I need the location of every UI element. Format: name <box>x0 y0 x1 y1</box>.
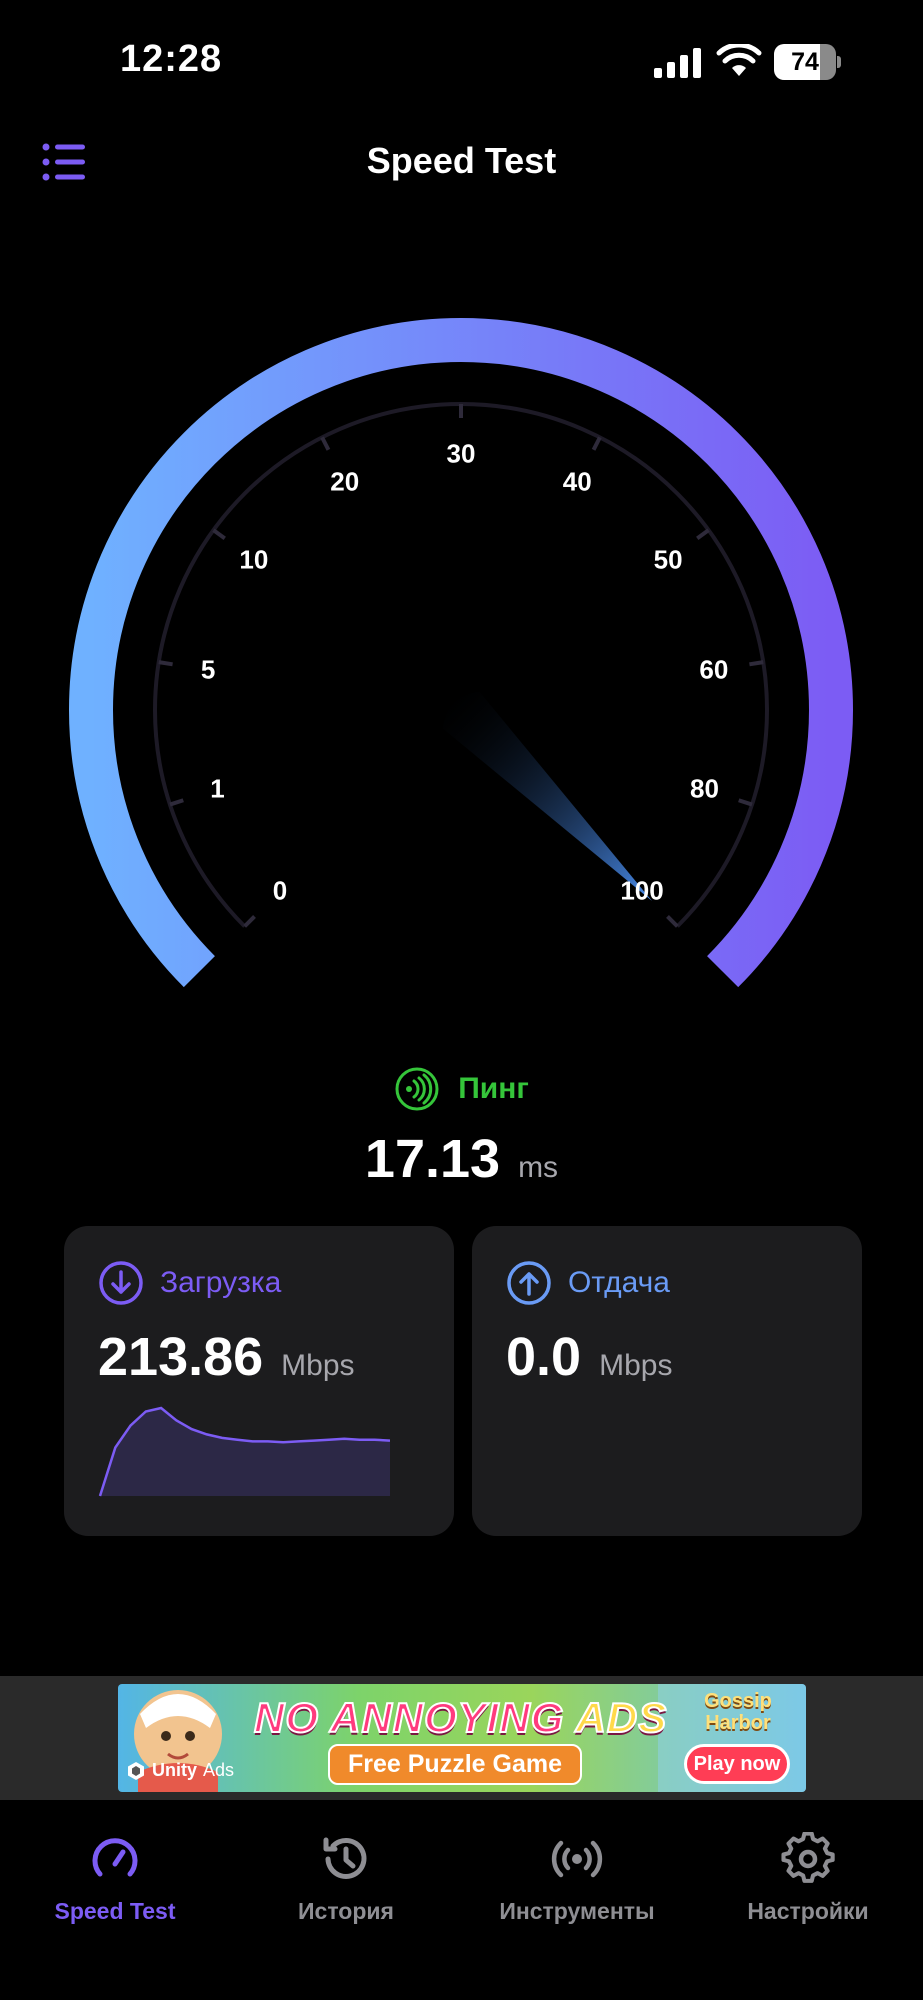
gauge-needle <box>442 691 652 901</box>
tab-speed-test[interactable]: Speed Test <box>0 1832 230 1925</box>
ad-brand-line2: Harbor <box>705 1712 771 1734</box>
ad-subtitle: Free Puzzle Game <box>328 1744 582 1785</box>
ad-banner[interactable]: NO ANNOYING ADS Free Puzzle Game Gossip … <box>118 1684 806 1792</box>
battery-level: 74 <box>791 48 819 76</box>
ping-label: Пинг <box>458 1072 529 1105</box>
ad-container: NO ANNOYING ADS Free Puzzle Game Gossip … <box>0 1676 923 1800</box>
tab-label: Speed Test <box>54 1898 176 1924</box>
ping-header: Пинг <box>0 1064 923 1114</box>
ping-signal-icon <box>395 1067 439 1111</box>
gauge-scale-label: 60 <box>699 654 729 685</box>
download-value: 213.86 <box>98 1327 264 1387</box>
gauge-tick <box>212 528 226 540</box>
ad-brand-line1: Gossip <box>704 1690 772 1712</box>
upload-card: Отдача 0.0 Mbps <box>472 1226 862 1536</box>
gauge-scale-label: 0 <box>272 875 288 906</box>
tab-label: История <box>298 1898 394 1924</box>
ad-headline-main: NO ANNOYING <box>253 1693 565 1742</box>
gauge-tick <box>738 798 753 807</box>
gauge-scale-label: 20 <box>330 466 360 497</box>
ad-provider: Unity Ads <box>126 1760 234 1781</box>
gauge-scale-label: 100 <box>620 875 664 906</box>
ad-headline: NO ANNOYING ADS <box>253 1693 668 1742</box>
gauge-scale-label: 50 <box>653 544 683 575</box>
tab-label: Инструменты <box>499 1898 655 1924</box>
ad-provider-name: Unity <box>152 1760 197 1780</box>
history-clock-icon <box>323 1837 367 1879</box>
page-title: Speed Test <box>366 140 557 181</box>
ad-brand-logo: Gossip Harbor <box>688 1690 788 1734</box>
upload-arrow-icon <box>507 1261 551 1305</box>
gauge-tick <box>666 915 679 928</box>
gauge-scale-label: 80 <box>690 773 719 804</box>
upload-value: 0.0 <box>506 1327 582 1387</box>
gauge-scale-label: 30 <box>446 438 476 469</box>
gauge-tick <box>749 660 764 667</box>
gauge-inner-arc <box>153 402 769 928</box>
gauge-tick <box>158 660 173 667</box>
speed-gauge: 0 1 5 10 20 30 40 50 60 80 100 <box>0 290 923 990</box>
gauge-scale-label: 40 <box>562 466 592 497</box>
gauge-dial <box>69 318 853 988</box>
tab-label: Настройки <box>747 1898 869 1924</box>
tab-tools[interactable]: Инструменты <box>462 1832 692 1925</box>
download-arrow-icon <box>99 1261 143 1305</box>
gauge-tick <box>243 915 256 928</box>
status-time: 12:28 <box>120 38 223 80</box>
ping-unit: ms <box>518 1151 559 1184</box>
broadcast-tools-icon <box>551 1840 603 1878</box>
gauge-scale-label: 10 <box>239 544 269 575</box>
ad-headline-ads: ADS <box>575 1693 668 1742</box>
speedometer-icon <box>92 1838 138 1877</box>
gauge-tick <box>696 528 710 540</box>
cellular-signal-icon <box>654 48 701 78</box>
gauge-scale-label: 1 <box>210 773 225 804</box>
sparkline-area <box>100 1408 390 1496</box>
ad-play-now-button[interactable]: Play now <box>684 1744 790 1784</box>
gauge-tick <box>591 436 602 451</box>
unity-logo-icon <box>128 1761 144 1780</box>
download-unit: Mbps <box>281 1349 355 1382</box>
battery-icon: 74 <box>774 44 841 80</box>
download-sparkline <box>98 1406 390 1497</box>
gauge-tick <box>169 798 184 807</box>
gauge-tick <box>320 436 331 451</box>
download-label: Загрузка <box>160 1266 282 1299</box>
ping-result: 17.13 ms <box>0 1128 923 1190</box>
ping-value: 17.13 <box>364 1129 501 1189</box>
tab-history[interactable]: История <box>231 1832 461 1925</box>
status-bar: 12:28 74 <box>0 0 923 120</box>
upload-unit: Mbps <box>599 1349 673 1382</box>
download-card: Загрузка 213.86 Mbps <box>64 1226 454 1536</box>
wifi-icon <box>716 44 762 76</box>
upload-label: Отдача <box>568 1266 670 1299</box>
tab-bar: Speed Test История Инструменты Настройки <box>0 1800 923 2000</box>
ad-provider-suffix: Ads <box>203 1760 235 1780</box>
gauge-scale-label: 5 <box>200 654 216 685</box>
tab-settings[interactable]: Настройки <box>693 1832 923 1925</box>
gear-icon <box>781 1832 835 1883</box>
